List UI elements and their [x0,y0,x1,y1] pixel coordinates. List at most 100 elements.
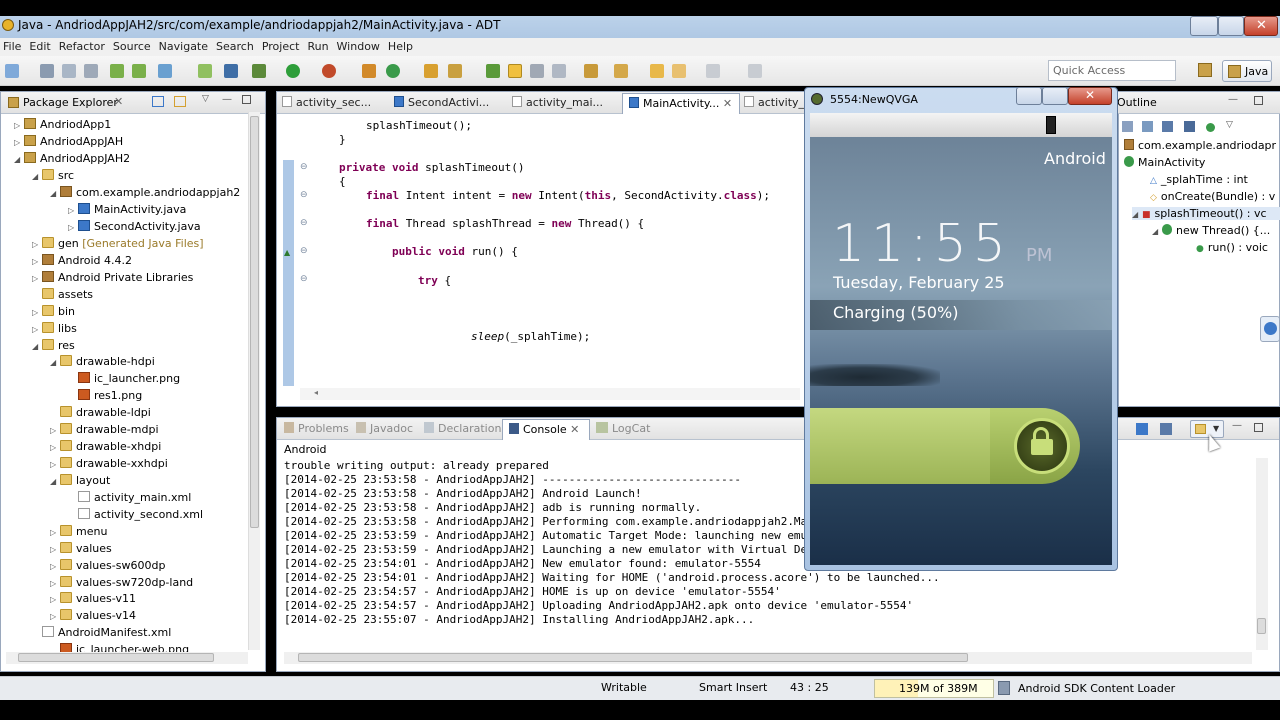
heap-status-bar[interactable]: 139M of 389M [874,679,994,698]
show-whitespace-icon[interactable] [552,64,566,78]
outline-item[interactable]: MainActivity [1124,156,1205,169]
print-icon[interactable] [84,64,98,78]
forward-back-icon[interactable] [672,64,686,78]
hide-fields-icon[interactable] [1142,121,1153,132]
tree-item[interactable]: activity_main.xml [68,491,191,504]
hide-nonpublic-icon[interactable] [1184,121,1195,132]
highlight-icon[interactable] [508,64,522,78]
tree-item[interactable]: ▷ Android 4.4.2 [32,254,132,267]
code-line[interactable]: try { [418,274,451,287]
outline-item[interactable]: ● run() : voic [1196,241,1268,254]
close-tab-icon[interactable]: ✕ [570,423,579,436]
package-explorer-hscroll[interactable] [6,652,248,664]
tree-item[interactable]: ◢ com.example.andriodappjah2 [50,186,240,199]
code-line[interactable]: final Intent intent = new Intent(this, S… [366,189,770,202]
display-console-icon[interactable] [1160,423,1172,435]
next-edit-icon[interactable] [584,64,598,78]
tree-item[interactable]: ▷ values-v14 [50,609,136,622]
code-line[interactable]: sleep(_splahTime); [471,330,590,343]
scroll-thumb[interactable] [18,653,214,662]
console-hscroll[interactable] [284,652,1252,664]
pin-console-icon[interactable] [1136,423,1148,435]
tree-item[interactable]: ▷ AndriodAppJAH [14,135,123,148]
menu-search[interactable]: Search [213,38,259,56]
package-explorer-vscroll[interactable] [248,112,260,650]
code-line[interactable]: private void splashTimeout() [339,161,524,174]
close-tab-icon[interactable]: ✕ [723,97,732,110]
search-icon[interactable] [448,64,462,78]
tree-item[interactable]: ▷ menu [50,525,107,538]
tab-declaration[interactable]: Declaration [424,422,501,435]
hide-local-types-icon[interactable] [1206,123,1215,132]
pin-editor-icon[interactable] [748,64,762,78]
tab-logcat[interactable]: LogCat [596,422,650,435]
outline-item[interactable]: com.example.andriodapr [1124,139,1276,152]
menu-edit[interactable]: Edit [26,38,55,56]
emulator-maximize-button[interactable] [1042,87,1068,105]
open-perspective-icon[interactable] [1198,63,1212,77]
new-class-icon[interactable] [362,64,376,78]
tree-item[interactable]: drawable-ldpi [50,406,151,419]
emulator-close-button[interactable]: ✕ [1068,87,1112,105]
outline-item[interactable]: ◢ new Thread() {... [1152,224,1270,237]
fold-icon[interactable]: ⊖ [300,190,308,200]
minimize-button[interactable] [1190,16,1218,36]
maximize-view-icon[interactable] [242,95,251,104]
task-list-icon[interactable] [1260,316,1280,342]
tree-item[interactable]: ▷ bin [32,305,75,318]
outline-item[interactable]: △ _splahTime : int [1150,173,1248,186]
emulator-lockscreen[interactable] [810,137,1112,565]
minimize-view-icon[interactable]: — [222,94,232,105]
tree-item[interactable]: ◢ src [32,169,74,182]
fold-icon[interactable]: ⊖ [300,162,308,172]
scroll-left-arrow[interactable]: ◂ [314,388,318,397]
next-annotation-icon[interactable] [486,64,500,78]
tree-item[interactable]: activity_second.xml [68,508,203,521]
fold-icon[interactable]: ⊖ [300,218,308,228]
code-line[interactable]: splashTimeout(); [366,119,472,132]
menu-window[interactable]: Window [334,38,385,56]
save-icon[interactable] [40,64,54,78]
new-android-project-icon[interactable] [198,64,212,78]
tree-item[interactable]: ▷ values-sw720dp-land [50,576,193,589]
tree-item[interactable]: ◢ res [32,339,75,352]
editor-hscroll[interactable]: ◂ [300,388,800,400]
menu-refactor[interactable]: Refactor [56,38,110,56]
skip-breakpoints-icon[interactable] [224,64,238,78]
maximize-button[interactable] [1218,16,1244,36]
tree-item[interactable]: ▷ values-sw600dp [50,559,165,572]
quick-access-input[interactable]: Quick Access [1048,60,1176,81]
tree-item[interactable]: ▷ drawable-xxhdpi [50,457,168,470]
fold-icon[interactable]: ⊖ [300,274,308,284]
minimize-view-icon[interactable]: — [1232,420,1242,431]
prev-edit-icon[interactable] [614,64,628,78]
tree-item[interactable]: ▷ MainActivity.java [68,203,186,216]
tree-item[interactable]: ◢ drawable-hdpi [50,355,155,368]
external-tools-icon[interactable] [322,64,336,78]
maximize-view-icon[interactable] [1254,423,1263,432]
editor-tab[interactable]: activity_sec... [282,96,371,109]
menu-source[interactable]: Source [110,38,156,56]
tree-item[interactable]: res1.png [68,389,142,402]
collapse-all-icon[interactable] [152,96,164,107]
close-button[interactable]: ✕ [1244,16,1278,36]
code-line[interactable]: } [339,133,346,146]
new-icon[interactable] [5,64,19,78]
close-tab-icon[interactable]: ✕ [114,95,123,108]
block-selection-icon[interactable] [530,64,544,78]
run-icon[interactable] [286,64,300,78]
editor-tab[interactable]: activity_mai... [512,96,603,109]
tree-item[interactable]: ▷ drawable-mdpi [50,423,159,436]
console-vscroll[interactable] [1256,458,1268,650]
lint-icon[interactable] [158,64,172,78]
tab-problems[interactable]: Problems [284,422,349,435]
tab-console[interactable]: Console ✕ [502,419,590,440]
maximize-view-icon[interactable] [1254,96,1263,105]
editor-tab-active[interactable]: MainActivity... ✕ [622,93,740,114]
scroll-thumb[interactable] [298,653,968,662]
open-type-icon[interactable] [424,64,438,78]
menu-navigate[interactable]: Navigate [156,38,213,56]
save-all-icon[interactable] [62,64,76,78]
avd-manager-icon[interactable] [132,64,146,78]
scroll-thumb[interactable] [1257,618,1266,634]
